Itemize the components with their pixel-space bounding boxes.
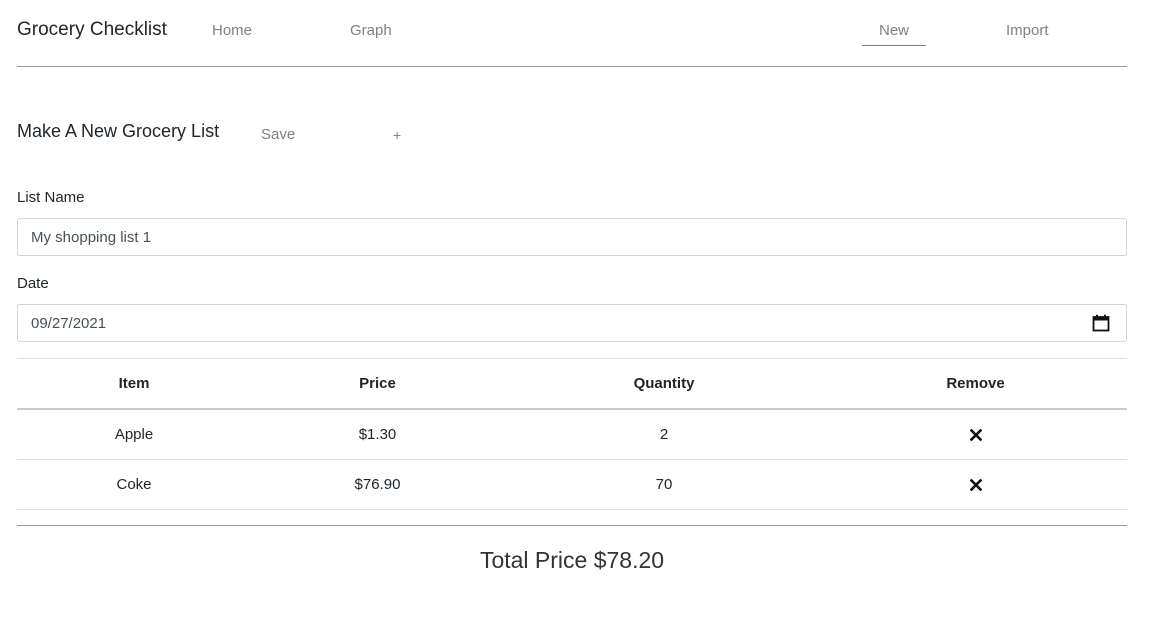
top-navbar: Grocery Checklist Home Graph New Import	[17, 0, 1127, 67]
quantity-cell: 70	[655, 476, 673, 493]
close-icon[interactable]	[969, 428, 982, 441]
nav-graph-link[interactable]: Graph	[350, 22, 392, 39]
calendar-icon[interactable]	[1092, 314, 1110, 332]
list-name-label: List Name	[17, 189, 85, 206]
add-item-button[interactable]: +	[393, 127, 401, 143]
remove-cell	[824, 410, 1127, 459]
date-field[interactable]: 09/27/2021	[17, 304, 1127, 342]
nav-import-link[interactable]: Import	[1006, 22, 1049, 39]
nav-new-link[interactable]: New	[862, 22, 926, 46]
list-name-field[interactable]: My shopping list 1	[17, 218, 1127, 256]
nav-home-link[interactable]: Home	[212, 22, 252, 39]
table-row: Apple $1.30 2	[17, 410, 1127, 460]
save-button[interactable]: Save	[261, 126, 295, 143]
date-value: 09/27/2021	[31, 314, 107, 332]
date-label: Date	[17, 275, 49, 292]
remove-cell	[824, 460, 1127, 509]
quantity-cell: 2	[659, 426, 669, 443]
price-cell: $1.30	[358, 426, 397, 443]
column-header-remove: Remove	[946, 375, 1005, 392]
grocery-table: Item Price Quantity Remove Apple $1.30 2…	[17, 358, 1127, 510]
total-divider	[17, 525, 1127, 526]
column-header-item: Item	[118, 375, 150, 392]
column-header-quantity: Quantity	[633, 375, 695, 392]
price-cell: $76.90	[354, 476, 401, 493]
total-price: Total Price $78.20	[479, 547, 665, 573]
item-cell: Apple	[114, 426, 154, 443]
column-header-price: Price	[359, 375, 396, 392]
page-title: Make A New Grocery List	[17, 121, 220, 141]
list-name-value: My shopping list 1	[31, 228, 152, 246]
close-icon[interactable]	[969, 478, 982, 491]
table-header-row: Item Price Quantity Remove	[17, 359, 1127, 410]
brand-title[interactable]: Grocery Checklist	[17, 19, 167, 41]
table-row: Coke $76.90 70	[17, 460, 1127, 510]
item-cell: Coke	[116, 476, 152, 493]
